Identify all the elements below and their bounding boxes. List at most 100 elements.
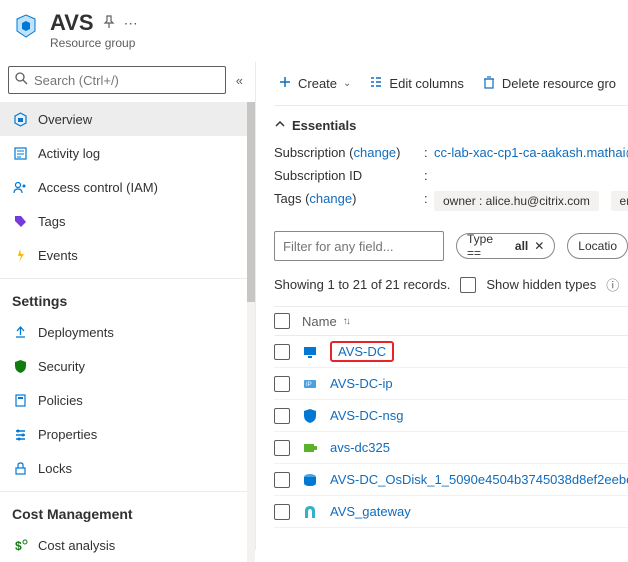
sidebar-item-locks[interactable]: Locks	[0, 451, 255, 485]
sidebar-item-activity-log[interactable]: Activity log	[0, 136, 255, 170]
toolbar-label: Create	[298, 76, 337, 91]
security-icon	[12, 358, 28, 374]
sidebar-item-label: Overview	[38, 112, 92, 127]
sidebar-item-label: Access control (IAM)	[38, 180, 158, 195]
tags-label: Tags (change)	[274, 191, 424, 211]
resource-link[interactable]: AVS-DC_OsDisk_1_5090e4504b3745038d8ef2ee…	[330, 472, 628, 487]
vm-icon	[302, 344, 318, 360]
tags-icon	[12, 213, 28, 229]
sort-icon: ↑↓	[343, 316, 349, 327]
subscription-id-label: Subscription ID	[274, 168, 424, 183]
select-all-checkbox[interactable]	[274, 313, 290, 329]
page-title: AVS	[50, 10, 94, 36]
sidebar-item-properties[interactable]: Properties	[0, 417, 255, 451]
sidebar-item-tags[interactable]: Tags	[0, 204, 255, 238]
resource-link[interactable]: avs-dc325	[330, 440, 390, 455]
locks-icon	[12, 460, 28, 476]
essentials-title: Essentials	[292, 118, 356, 133]
properties-icon	[12, 426, 28, 442]
table-row[interactable]: avs-dc325	[274, 432, 628, 464]
table-row[interactable]: AVS-DC_OsDisk_1_5090e4504b3745038d8ef2ee…	[274, 464, 628, 496]
location-filter-pill[interactable]: Locatio	[567, 233, 628, 259]
show-hidden-label: Show hidden types	[486, 277, 596, 292]
collapse-sidebar-icon[interactable]: «	[232, 69, 247, 92]
activity-log-icon	[12, 145, 28, 161]
tag-chip[interactable]: owner : alice.hu@citrix.com	[434, 191, 599, 211]
filter-input[interactable]	[274, 231, 444, 261]
records-count: Showing 1 to 21 of 21 records.	[274, 277, 450, 292]
nic-icon	[302, 440, 318, 456]
sidebar-item-label: Policies	[38, 393, 83, 408]
more-icon[interactable]: ⋯	[124, 15, 138, 32]
sidebar-item-iam[interactable]: Access control (IAM)	[0, 170, 255, 204]
cost-analysis-icon: $	[12, 537, 28, 553]
sidebar-item-label: Tags	[38, 214, 65, 229]
sidebar-item-label: Activity log	[38, 146, 100, 161]
row-checkbox[interactable]	[274, 472, 290, 488]
events-icon	[12, 247, 28, 263]
vnet-gw-icon	[302, 504, 318, 520]
deployments-icon	[12, 324, 28, 340]
sidebar-item-overview[interactable]: Overview	[0, 102, 255, 136]
resource-link[interactable]: AVS_gateway	[330, 504, 411, 519]
resource-link[interactable]: AVS-DC-ip	[330, 376, 393, 391]
change-subscription-link[interactable]: change	[354, 145, 397, 160]
info-icon[interactable]: ⓘ	[606, 275, 619, 294]
sidebar-item-label: Properties	[38, 427, 97, 442]
search-icon	[15, 72, 28, 88]
sidebar-item-policies[interactable]: Policies	[0, 383, 255, 417]
sidebar-search[interactable]	[8, 66, 226, 94]
close-icon[interactable]: ✕	[534, 239, 544, 253]
page-subtitle: Resource group	[50, 36, 138, 50]
iam-icon	[12, 179, 28, 195]
type-filter-pill[interactable]: Type == all ✕	[456, 233, 555, 259]
change-tags-link[interactable]: change	[309, 191, 352, 206]
resource-link[interactable]: AVS-DC	[338, 344, 386, 359]
chevron-down-icon: ⌄	[343, 78, 351, 89]
table-row[interactable]: AVS-DC	[274, 336, 628, 368]
resource-group-icon	[12, 111, 28, 127]
toolbar-label: Delete resource gro	[502, 76, 616, 91]
tag-chip[interactable]: env	[611, 191, 628, 211]
row-checkbox[interactable]	[274, 344, 290, 360]
trash-icon	[482, 75, 496, 92]
sidebar-item-label: Cost analysis	[38, 538, 115, 553]
table-row[interactable]: AVS-DC-nsg	[274, 400, 628, 432]
edit-columns-button[interactable]: Edit columns	[369, 75, 463, 92]
row-checkbox[interactable]	[274, 408, 290, 424]
table-row[interactable]: AVS_gateway	[274, 496, 628, 528]
sidebar-item-security[interactable]: Security	[0, 349, 255, 383]
table-row[interactable]: IP AVS-DC-ip	[274, 368, 628, 400]
sidebar-item-events[interactable]: Events	[0, 238, 255, 272]
subscription-id-value	[434, 168, 628, 183]
subscription-link[interactable]: cc-lab-xac-cp1-ca-aakash.mathai@cit	[434, 145, 628, 160]
sidebar-item-cost-analysis[interactable]: $ Cost analysis	[0, 528, 255, 562]
sidebar-search-input[interactable]	[34, 73, 219, 88]
policies-icon	[12, 392, 28, 408]
highlight-box: AVS-DC	[330, 341, 394, 362]
columns-icon	[369, 75, 383, 92]
row-checkbox[interactable]	[274, 504, 290, 520]
row-checkbox[interactable]	[274, 440, 290, 456]
plus-icon	[278, 75, 292, 92]
sidebar-section-settings: Settings	[0, 279, 255, 315]
pin-icon[interactable]	[102, 15, 116, 32]
show-hidden-checkbox[interactable]	[460, 277, 476, 293]
essentials-toggle[interactable]: Essentials	[274, 106, 628, 141]
column-header-name[interactable]: Name ↑↓	[302, 314, 349, 329]
sidebar-item-label: Locks	[38, 461, 72, 476]
create-button[interactable]: Create ⌄	[278, 75, 351, 92]
sidebar-scrollbar-thumb[interactable]	[247, 102, 255, 302]
ip-icon: IP	[302, 376, 318, 392]
subscription-label: Subscription (change)	[274, 145, 424, 160]
chevron-up-icon	[274, 118, 286, 133]
sidebar-item-deployments[interactable]: Deployments	[0, 315, 255, 349]
sidebar-item-label: Deployments	[38, 325, 114, 340]
row-checkbox[interactable]	[274, 376, 290, 392]
svg-text:$: $	[15, 539, 22, 553]
sidebar-item-label: Events	[38, 248, 78, 263]
resource-group-icon	[12, 12, 40, 40]
delete-button[interactable]: Delete resource gro	[482, 75, 616, 92]
toolbar-label: Edit columns	[389, 76, 463, 91]
resource-link[interactable]: AVS-DC-nsg	[330, 408, 403, 423]
